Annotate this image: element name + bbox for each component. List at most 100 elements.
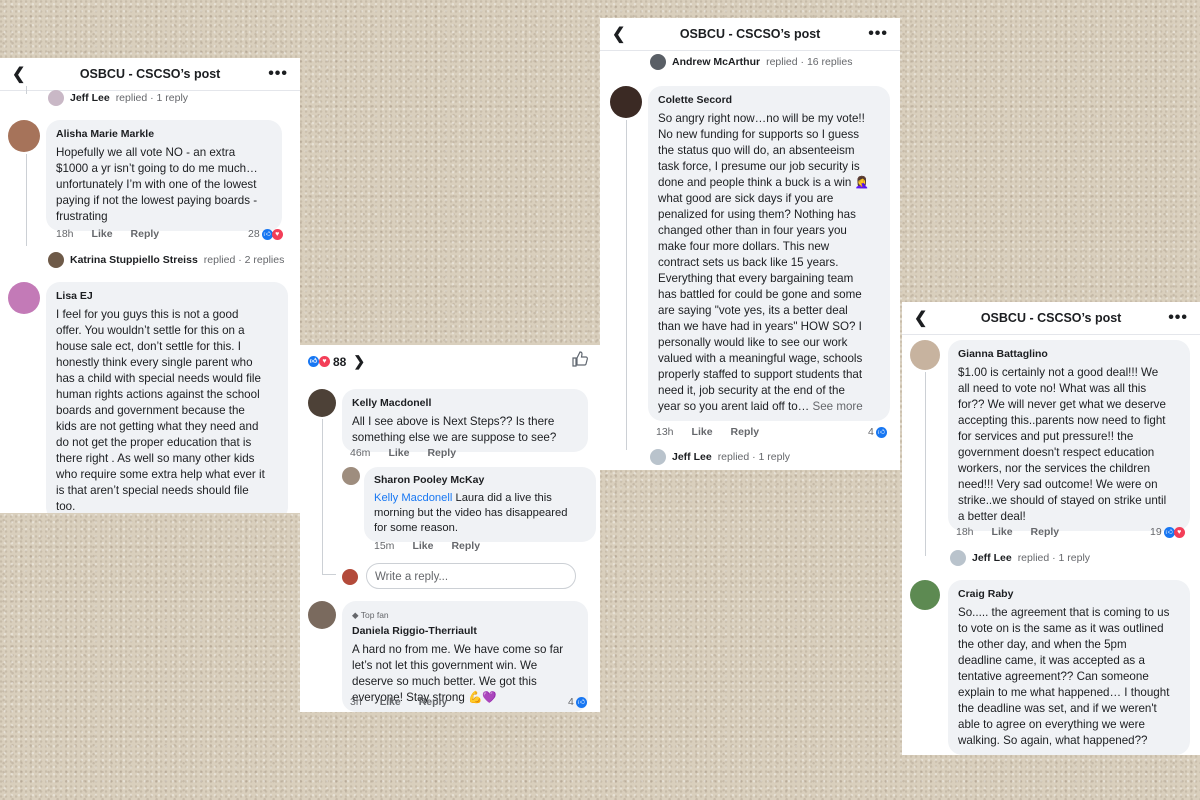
thread-line (26, 154, 27, 246)
reaction-summary[interactable]: 4 👍︎ (868, 426, 887, 438)
comment-bubble: Colette Secord So angry right now…no wil… (648, 86, 890, 421)
post-header: ❮ OSBCU - CSCSO’s post ••• (600, 18, 900, 51)
like-button[interactable]: Like (692, 426, 713, 438)
reply-summary[interactable]: Katrina Stuppiello Streiss replied · 2 r… (48, 252, 284, 268)
heart-reaction-icon: ♥ (271, 228, 283, 240)
like-reaction-icon: 👍︎ (575, 696, 587, 708)
comment-bubble: Lisa EJ I feel for you guys this is not … (46, 282, 288, 513)
reaction-summary[interactable]: 28 👍︎ ♥ (248, 228, 283, 240)
like-button[interactable]: Like (412, 540, 433, 552)
post-title: OSBCU - CSCSO’s post (79, 67, 221, 81)
comment-time: 46m (350, 447, 371, 459)
avatar[interactable] (308, 601, 336, 629)
thread-line (322, 574, 336, 575)
comment-author[interactable]: Daniela Riggio-Therriault (352, 623, 578, 639)
comment-actions: 46m Like Reply (350, 447, 456, 459)
comment-actions: 13h Like Reply (656, 426, 759, 438)
comment: Craig Raby So..... the agreement that is… (910, 580, 1190, 755)
reply-button[interactable]: Reply (427, 447, 456, 459)
comment-author[interactable]: Kelly Macdonell (352, 395, 578, 411)
like-button[interactable]: Like (388, 447, 409, 459)
back-arrow-icon[interactable]: ❮ (12, 64, 32, 84)
like-reaction-icon: 👍︎ (875, 426, 887, 438)
comment-time: 18h (956, 526, 974, 538)
avatar[interactable] (342, 467, 360, 485)
comment-actions: 15m Like Reply (374, 540, 480, 552)
avatar[interactable] (8, 282, 40, 314)
avatar (650, 449, 666, 465)
reaction-summary[interactable]: 4 👍︎ (568, 696, 587, 708)
diamond-icon: ◆ (352, 610, 359, 620)
comment-time: 3h (350, 696, 362, 708)
comment-actions: 18h Like Reply (956, 526, 1059, 538)
thread-line (322, 419, 323, 574)
reply-button[interactable]: Reply (1031, 526, 1060, 538)
post-title: OSBCU - CSCSO’s post (679, 27, 821, 41)
comment-bubble: Craig Raby So..... the agreement that is… (948, 580, 1190, 755)
reply-summary[interactable]: Jeff Lee replied · 1 reply (650, 449, 790, 465)
comment-author[interactable]: Sharon Pooley McKay (374, 473, 586, 488)
comment: Colette Secord So angry right now…no wil… (610, 86, 890, 421)
more-options-icon[interactable]: ••• (1168, 309, 1188, 327)
avatar (48, 90, 64, 106)
reply-summary[interactable]: Jeff Lee replied · 1 reply (48, 90, 188, 106)
reaction-summary[interactable]: 19 👍︎ ♥ (1150, 526, 1185, 538)
thread-line (925, 372, 926, 556)
like-button[interactable]: Like (380, 696, 401, 708)
comment-author[interactable]: Craig Raby (958, 586, 1180, 602)
comment-author[interactable]: Gianna Battaglino (958, 346, 1180, 362)
reply-summary[interactable]: Andrew McArthur replied · 16 replies (650, 54, 852, 70)
reactions-bar[interactable]: 👍︎ ♥ 88 ❯ (308, 353, 365, 370)
reply-summary[interactable]: Jeff Lee replied · 1 reply (950, 550, 1090, 566)
avatar[interactable] (910, 580, 940, 610)
reply-button[interactable]: Reply (731, 426, 760, 438)
comment-bubble: Gianna Battaglino $1.00 is certainly not… (948, 340, 1190, 531)
like-button[interactable]: Like (92, 228, 113, 240)
avatar[interactable] (8, 120, 40, 152)
avatar (342, 569, 358, 585)
write-reply-input[interactable]: Write a reply... (366, 563, 576, 589)
heart-reaction-icon: ♥ (319, 356, 330, 367)
mention-link[interactable]: Kelly Macdonell (374, 492, 452, 504)
avatar[interactable] (910, 340, 940, 370)
avatar (48, 252, 64, 268)
comment-bubble: Alisha Marie Markle Hopefully we all vot… (46, 120, 282, 231)
back-arrow-icon[interactable]: ❮ (612, 24, 632, 44)
back-arrow-icon[interactable]: ❮ (914, 308, 934, 328)
see-more-link[interactable]: See more (812, 400, 862, 413)
avatar[interactable] (610, 86, 642, 118)
comment: Alisha Marie Markle Hopefully we all vot… (8, 120, 282, 231)
thread-line (626, 120, 627, 450)
comment-time: 13h (656, 426, 674, 438)
post-panel-4: ❮ OSBCU - CSCSO’s post ••• Gianna Battag… (902, 302, 1200, 755)
comment-time: 18h (56, 228, 74, 240)
like-button[interactable]: Like (992, 526, 1013, 538)
top-fan-badge: ◆ Top fan (352, 610, 389, 620)
comment-author[interactable]: Colette Secord (658, 92, 880, 108)
heart-reaction-icon: ♥ (1173, 526, 1185, 538)
comment: Kelly Macdonell All I see above is Next … (308, 389, 588, 452)
thumbs-up-icon[interactable] (572, 351, 588, 367)
post-panel-3: ❮ OSBCU - CSCSO’s post ••• Andrew McArth… (600, 18, 900, 470)
post-header: ❮ OSBCU - CSCSO’s post ••• (0, 58, 300, 91)
more-options-icon[interactable]: ••• (868, 25, 888, 43)
comment-author[interactable]: Alisha Marie Markle (56, 126, 272, 142)
avatar (950, 550, 966, 566)
reaction-count: 88 (333, 354, 347, 369)
thread-line (26, 86, 27, 94)
comment-time: 15m (374, 540, 395, 552)
post-panel-1: ❮ OSBCU - CSCSO’s post ••• Jeff Lee repl… (0, 58, 300, 513)
post-header: ❮ OSBCU - CSCSO’s post ••• (902, 302, 1200, 335)
post-title: OSBCU - CSCSO’s post (980, 311, 1122, 325)
more-options-icon[interactable]: ••• (268, 65, 288, 83)
post-panel-2: 👍︎ ♥ 88 ❯ Kelly Macdonell All I see abov… (300, 345, 600, 712)
reply-button[interactable]: Reply (451, 540, 480, 552)
avatar[interactable] (308, 389, 336, 417)
reply-comment: Sharon Pooley McKay Kelly Macdonell Laur… (342, 467, 596, 542)
reply-button[interactable]: Reply (419, 696, 448, 708)
avatar (650, 54, 666, 70)
chevron-right-icon: ❯ (353, 353, 366, 369)
reply-button[interactable]: Reply (131, 228, 160, 240)
comment-author[interactable]: Lisa EJ (56, 288, 278, 304)
like-reaction-icon: 👍︎ (308, 356, 319, 367)
